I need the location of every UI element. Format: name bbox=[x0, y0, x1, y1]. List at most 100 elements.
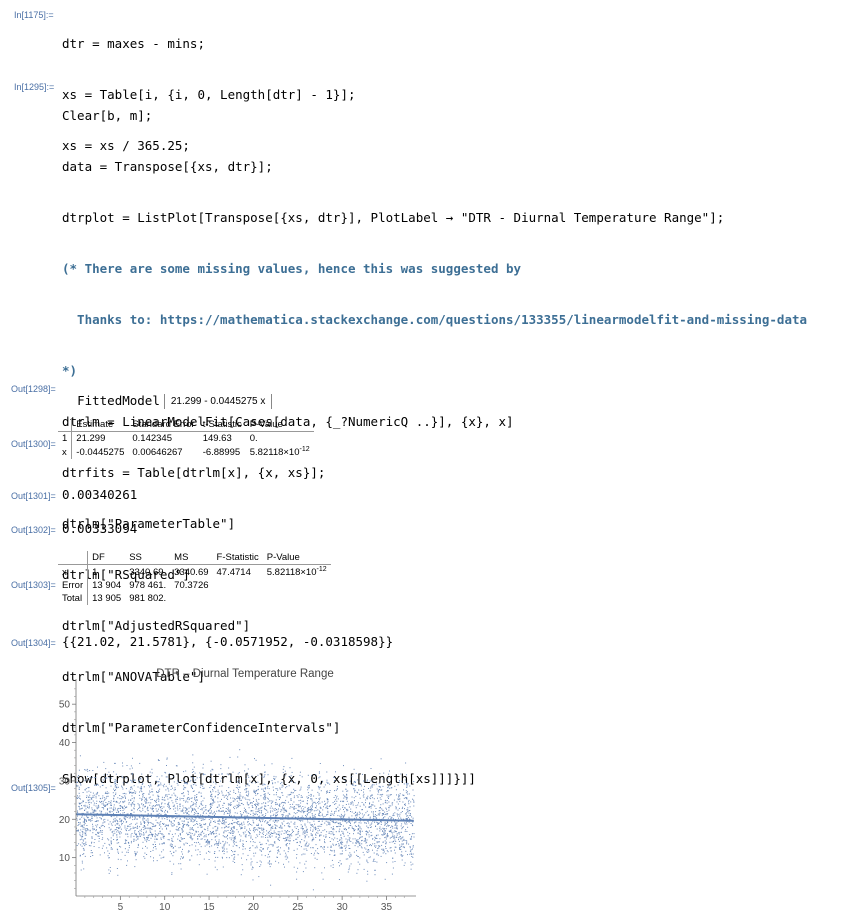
data-point bbox=[135, 823, 137, 825]
data-point bbox=[149, 829, 151, 831]
data-point bbox=[145, 797, 147, 799]
data-point bbox=[218, 804, 220, 806]
data-point bbox=[341, 844, 343, 846]
data-point bbox=[103, 797, 105, 799]
data-point bbox=[244, 764, 246, 766]
data-point bbox=[363, 788, 365, 790]
data-point bbox=[314, 867, 316, 869]
data-point bbox=[122, 810, 124, 811]
data-point bbox=[98, 838, 100, 839]
data-point bbox=[120, 810, 122, 811]
data-point bbox=[168, 805, 170, 807]
data-point bbox=[341, 840, 343, 842]
data-point bbox=[89, 770, 91, 772]
data-point bbox=[250, 802, 251, 804]
data-point bbox=[351, 826, 353, 828]
data-point bbox=[146, 841, 148, 843]
fitted-model-box[interactable]: 21.299 - 0.0445275 x bbox=[163, 394, 273, 409]
data-point bbox=[145, 830, 147, 832]
data-point bbox=[181, 831, 183, 833]
data-point bbox=[251, 861, 253, 863]
data-point bbox=[131, 786, 133, 788]
data-point bbox=[225, 841, 227, 843]
data-point bbox=[140, 811, 142, 813]
data-point bbox=[264, 805, 266, 807]
data-point bbox=[79, 808, 81, 809]
data-point bbox=[369, 856, 371, 858]
data-point bbox=[373, 817, 375, 819]
data-point bbox=[345, 798, 347, 800]
data-point bbox=[408, 801, 409, 803]
data-point bbox=[156, 780, 158, 782]
data-point bbox=[319, 776, 321, 778]
data-point bbox=[84, 769, 86, 771]
data-point bbox=[318, 814, 319, 816]
data-point bbox=[370, 823, 372, 825]
data-point bbox=[173, 847, 174, 849]
data-point bbox=[386, 810, 388, 812]
data-point bbox=[238, 821, 240, 823]
data-point bbox=[192, 809, 194, 811]
data-point bbox=[173, 792, 175, 794]
data-point bbox=[124, 795, 126, 797]
data-point bbox=[176, 807, 178, 809]
data-point bbox=[369, 824, 371, 826]
data-point bbox=[258, 812, 260, 814]
data-point bbox=[257, 814, 258, 816]
data-point bbox=[217, 797, 219, 799]
data-point bbox=[352, 802, 354, 804]
data-point bbox=[116, 800, 117, 802]
data-point bbox=[161, 803, 162, 805]
cell-label-in1295: In[1295]:= bbox=[14, 82, 55, 92]
data-point bbox=[143, 856, 145, 858]
data-point bbox=[77, 785, 79, 787]
data-point bbox=[232, 826, 234, 828]
data-point bbox=[128, 803, 130, 805]
data-point bbox=[105, 804, 107, 806]
data-point bbox=[339, 808, 341, 810]
data-point bbox=[146, 800, 148, 801]
data-point bbox=[216, 869, 218, 871]
data-point bbox=[299, 862, 301, 864]
data-point bbox=[170, 843, 172, 845]
data-point bbox=[377, 848, 379, 850]
data-point bbox=[222, 807, 224, 808]
data-point bbox=[175, 798, 177, 800]
data-point bbox=[297, 829, 299, 831]
data-point bbox=[99, 801, 101, 803]
data-point bbox=[226, 836, 227, 838]
data-point bbox=[257, 809, 259, 811]
data-point bbox=[203, 823, 205, 825]
data-point bbox=[409, 806, 411, 808]
data-point bbox=[333, 814, 335, 816]
data-point bbox=[346, 790, 348, 792]
data-point bbox=[131, 795, 133, 797]
data-point bbox=[227, 796, 229, 798]
data-point bbox=[340, 825, 341, 827]
data-point bbox=[146, 839, 148, 841]
data-point bbox=[142, 847, 144, 849]
data-point bbox=[327, 812, 329, 814]
data-point bbox=[161, 818, 163, 820]
data-point bbox=[125, 841, 127, 843]
data-point bbox=[239, 804, 241, 806]
data-point bbox=[336, 826, 337, 828]
data-point bbox=[209, 812, 211, 814]
data-point bbox=[143, 786, 145, 788]
data-point bbox=[117, 821, 119, 823]
data-point bbox=[82, 834, 84, 836]
data-point bbox=[407, 811, 409, 812]
data-point bbox=[356, 850, 357, 852]
scatter-plot[interactable]: DTR – Diurnal Temperature Range 5 10 15 20 2… bbox=[50, 663, 420, 915]
data-point bbox=[110, 803, 112, 805]
data-point bbox=[272, 800, 274, 802]
data-point bbox=[338, 830, 340, 832]
data-point bbox=[195, 800, 197, 802]
data-point bbox=[401, 808, 403, 809]
data-point bbox=[165, 776, 167, 778]
data-point bbox=[232, 829, 234, 831]
data-point bbox=[192, 838, 194, 840]
data-point bbox=[121, 775, 123, 777]
data-point bbox=[290, 799, 292, 801]
data-point bbox=[370, 805, 372, 807]
